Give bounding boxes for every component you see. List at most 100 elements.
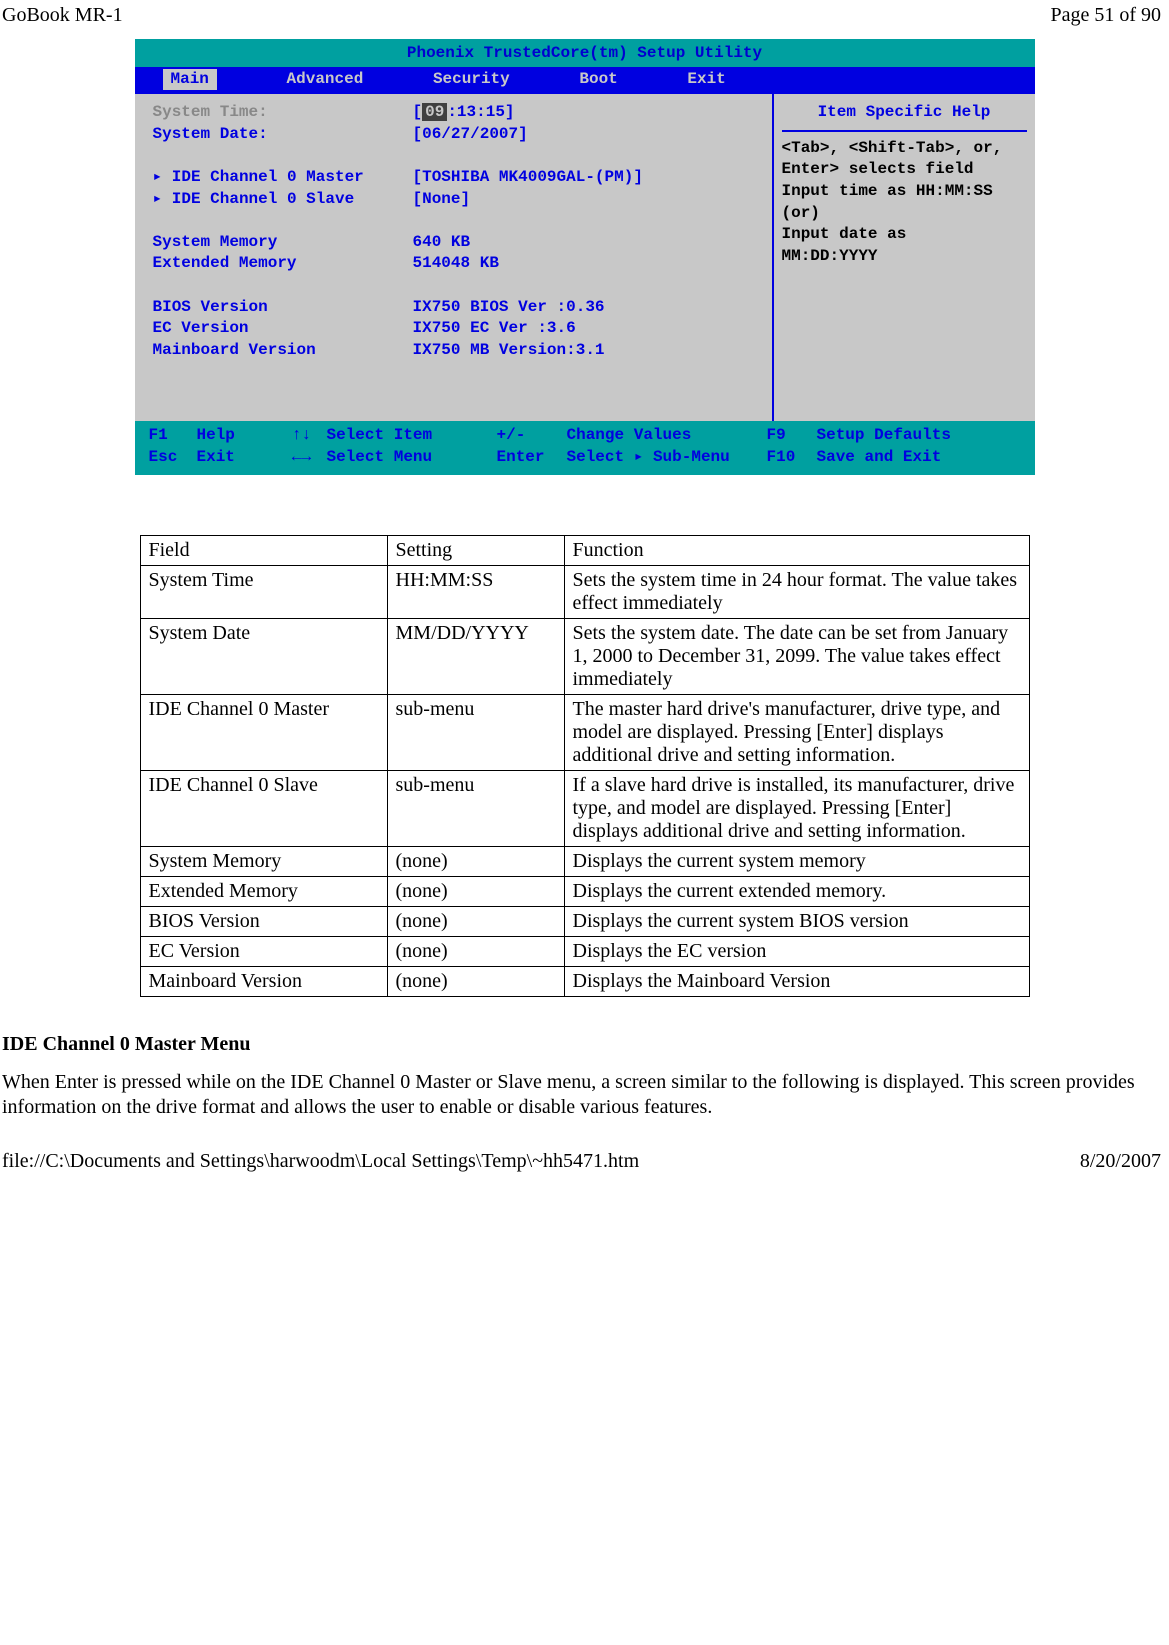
help-line: <Tab>, <Shift-Tab>, or, [782,138,1027,160]
header-left: GoBook MR-1 [2,4,123,27]
cell-setting: (none) [387,906,564,936]
extended-memory-label: Extended Memory [153,253,413,275]
mainboard-version-value: IX750 MB Version:3.1 [413,340,605,362]
help-line: Input time as HH:MM:SS [782,181,1027,203]
system-memory-label: System Memory [153,232,413,254]
ide0-slave-label[interactable]: ▸ IDE Channel 0 Slave [153,189,413,211]
help-line: MM:DD:YYYY [782,246,1027,268]
bios-screenshot: Phoenix TrustedCore(tm) Setup Utility Ma… [135,39,1035,475]
help-line: Enter> selects field [782,159,1027,181]
table-row: EC Version(none)Displays the EC version [140,936,1029,966]
plusminus-key: +/- [497,425,567,447]
cell-field: Extended Memory [140,876,387,906]
help-title: Item Specific Help [782,102,1027,132]
system-date-value[interactable]: [06/27/2007] [413,124,528,146]
help-line: (or) [782,203,1027,225]
system-date-label: System Date: [153,124,413,146]
bios-version-value: IX750 BIOS Ver :0.36 [413,297,605,319]
bios-tab-bar: Main Advanced Security Boot Exit [135,67,1035,93]
cell-function: Displays the current system memory [564,846,1029,876]
cell-field: BIOS Version [140,906,387,936]
bios-title: Phoenix TrustedCore(tm) Setup Utility [135,39,1035,67]
system-time-value[interactable]: [09:13:15] [413,102,515,124]
page-header: GoBook MR-1 Page 51 of 90 [0,0,1169,27]
tab-security[interactable]: Security [433,69,510,91]
extended-memory-value: 514048 KB [413,253,499,275]
fields-table: Field Setting Function System TimeHH:MM:… [140,535,1030,997]
ide0-master-value: [TOSHIBA MK4009GAL-(PM)] [413,167,643,189]
cell-field: System Time [140,565,387,618]
table-row: System Memory(none)Displays the current … [140,846,1029,876]
ec-version-value: IX750 EC Ver :3.6 [413,318,576,340]
cell-function: If a slave hard drive is installed, its … [564,770,1029,846]
tab-advanced[interactable]: Advanced [287,69,364,91]
save-exit-label: Save and Exit [817,447,942,469]
help-line: Input date as [782,224,1027,246]
select-submenu-label: Select ▸ Sub-Menu [567,447,767,469]
cell-field: IDE Channel 0 Master [140,694,387,770]
cell-function: Sets the system date. The date can be se… [564,618,1029,694]
f1-key: F1 [149,425,197,447]
updown-icon: ↑↓ [277,425,327,447]
section-heading: IDE Channel 0 Master Menu [2,1033,1169,1056]
enter-key: Enter [497,447,567,469]
cell-field: Mainboard Version [140,966,387,996]
mainboard-version-label: Mainboard Version [153,340,413,362]
cell-setting: (none) [387,936,564,966]
footer-right: 8/20/2007 [1080,1150,1161,1173]
ide0-master-label[interactable]: ▸ IDE Channel 0 Master [153,167,413,189]
cell-function: Sets the system time in 24 hour format. … [564,565,1029,618]
select-menu-label: Select Menu [327,447,497,469]
ide0-slave-value: [None] [413,189,471,211]
table-row: System DateMM/DD/YYYYSets the system dat… [140,618,1029,694]
setup-defaults-label: Setup Defaults [817,425,951,447]
table-row: IDE Channel 0 Slavesub-menuIf a slave ha… [140,770,1029,846]
system-time-hours-selected[interactable]: 09 [422,103,447,121]
section-body: When Enter is pressed while on the IDE C… [2,1070,1161,1120]
footer-left: file://C:\Documents and Settings\harwood… [2,1150,639,1173]
cell-field: EC Version [140,936,387,966]
cell-setting: sub-menu [387,770,564,846]
tab-main[interactable]: Main [163,69,217,91]
cell-setting: (none) [387,966,564,996]
bios-version-label: BIOS Version [153,297,413,319]
bios-footer: F1Help↑↓Select Item+/-Change ValuesF9Set… [135,421,1035,474]
system-memory-value: 640 KB [413,232,471,254]
header-function: Function [564,535,1029,565]
tab-boot[interactable]: Boot [579,69,617,91]
cell-setting: sub-menu [387,694,564,770]
page-footer: file://C:\Documents and Settings\harwood… [0,1140,1169,1177]
table-row: System TimeHH:MM:SSSets the system time … [140,565,1029,618]
cell-setting: (none) [387,876,564,906]
table-row: IDE Channel 0 Mastersub-menuThe master h… [140,694,1029,770]
cell-function: Displays the current extended memory. [564,876,1029,906]
tab-exit[interactable]: Exit [687,69,725,91]
table-row: Extended Memory(none)Displays the curren… [140,876,1029,906]
select-item-label: Select Item [327,425,497,447]
help-label: Help [197,425,277,447]
cell-function: Displays the current system BIOS version [564,906,1029,936]
cell-field: IDE Channel 0 Slave [140,770,387,846]
esc-key: Esc [149,447,197,469]
cell-field: System Date [140,618,387,694]
cell-setting: MM/DD/YYYY [387,618,564,694]
bios-help-panel: Item Specific Help <Tab>, <Shift-Tab>, o… [774,94,1035,421]
exit-label: Exit [197,447,277,469]
leftright-icon: ←→ [277,447,327,469]
system-time-label: System Time: [153,102,413,124]
table-row: Mainboard Version(none)Displays the Main… [140,966,1029,996]
cell-setting: (none) [387,846,564,876]
table-row: BIOS Version(none)Displays the current s… [140,906,1029,936]
change-values-label: Change Values [567,425,767,447]
header-right: Page 51 of 90 [1050,4,1161,27]
cell-field: System Memory [140,846,387,876]
cell-function: The master hard drive's manufacturer, dr… [564,694,1029,770]
f10-key: F10 [767,447,817,469]
cell-function: Displays the EC version [564,936,1029,966]
header-setting: Setting [387,535,564,565]
header-field: Field [140,535,387,565]
bios-main-panel: System Time: [09:13:15] System Date: [06… [135,94,774,421]
cell-function: Displays the Mainboard Version [564,966,1029,996]
ec-version-label: EC Version [153,318,413,340]
f9-key: F9 [767,425,817,447]
